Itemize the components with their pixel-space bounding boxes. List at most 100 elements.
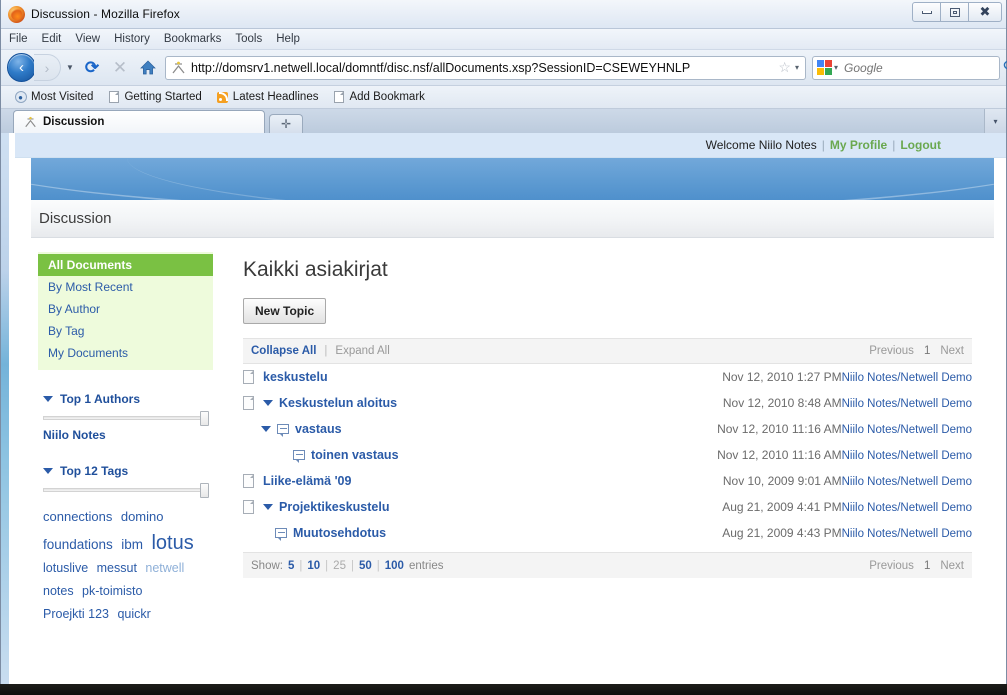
document-author-link[interactable]: Niilo Notes/Netwell Demo <box>842 450 972 462</box>
menu-item-help[interactable]: Help <box>276 33 300 45</box>
list-toolbar-top: Collapse All | Expand All Previous 1 Nex… <box>243 338 972 364</box>
tab-list-button[interactable]: ▾ <box>984 109 1006 133</box>
tag-lotus[interactable]: lotus <box>151 532 193 554</box>
slider-handle[interactable] <box>200 411 209 426</box>
back-button[interactable]: ‹ <box>7 53 36 82</box>
address-dropdown-icon[interactable]: ▾ <box>795 63 799 72</box>
author-item-niilo-notes[interactable]: Niilo Notes <box>38 428 213 442</box>
sidebar-item-by-most-recent[interactable]: By Most Recent <box>38 276 213 298</box>
document-title-link[interactable]: Projektikeskustelu <box>279 500 389 514</box>
show-entries-option-50[interactable]: 50 <box>359 560 372 572</box>
new-topic-row: New Topic <box>243 298 972 324</box>
pager-top: Previous 1 Next <box>869 345 964 357</box>
close-button[interactable]: ✖ <box>968 2 1002 22</box>
tag-domino[interactable]: domino <box>121 509 164 524</box>
document-title-link[interactable]: Liike-elämä '09 <box>263 474 351 488</box>
maximize-button[interactable] <box>940 2 969 22</box>
document-author-link[interactable]: Niilo Notes/Netwell Demo <box>842 476 972 488</box>
search-input[interactable] <box>840 59 1004 76</box>
document-title-link[interactable]: Keskustelun aloitus <box>279 396 397 410</box>
menu-item-tools[interactable]: Tools <box>235 33 262 45</box>
twisty-expand-icon[interactable] <box>261 426 271 432</box>
logout-link[interactable]: Logout <box>900 138 941 152</box>
address-bar[interactable]: http://domsrv1.netwell.local/domntf/disc… <box>165 55 806 80</box>
tag-proejkti-123[interactable]: Proejkti 123 <box>43 607 109 621</box>
bookmark-getting-started[interactable]: Getting Started <box>102 91 206 104</box>
reload-button[interactable]: ⟳ <box>79 55 105 81</box>
new-topic-button[interactable]: New Topic <box>243 298 327 324</box>
tab-discussion[interactable]: Discussion <box>13 110 265 133</box>
previous-page-link[interactable]: Previous <box>869 560 914 572</box>
show-entries-option-100[interactable]: 100 <box>385 560 404 572</box>
menu-item-history[interactable]: History <box>114 33 150 45</box>
bookmark-most-visited[interactable]: ● Most Visited <box>9 91 98 104</box>
show-entries-option-25[interactable]: 25 <box>333 560 346 572</box>
sidebar-item-my-documents[interactable]: My Documents <box>38 342 213 364</box>
new-tab-button[interactable]: ✛ <box>269 114 303 133</box>
tags-slider[interactable] <box>43 483 209 498</box>
sidebar-item-by-tag[interactable]: By Tag <box>38 320 213 342</box>
sidebar-item-by-author[interactable]: By Author <box>38 298 213 320</box>
document-title-link[interactable]: Muutosehdotus <box>293 526 386 540</box>
document-title-link[interactable]: keskustelu <box>263 370 328 384</box>
menu-item-bookmarks[interactable]: Bookmarks <box>164 33 222 45</box>
next-page-link[interactable]: Next <box>940 560 964 572</box>
sidebar-item-all-documents[interactable]: All Documents <box>38 254 213 276</box>
document-author-cell: Niilo Notes/Netwell Demo <box>842 520 972 546</box>
previous-page-link[interactable]: Previous <box>869 345 914 357</box>
table-row: Liike-elämä '09 Nov 10, 2009 9:01 AM Niilo… <box>243 468 972 494</box>
search-engine-dropdown-icon[interactable]: ▾ <box>834 63 838 72</box>
twisty-expand-icon[interactable] <box>263 504 273 510</box>
tag-netwell[interactable]: netwell <box>145 561 184 575</box>
document-author-link[interactable]: Niilo Notes/Netwell Demo <box>842 398 972 410</box>
document-author-link[interactable]: Niilo Notes/Netwell Demo <box>842 424 972 436</box>
bookmark-star-icon[interactable]: ☆ <box>778 59 791 76</box>
document-author-link[interactable]: Niilo Notes/Netwell Demo <box>842 528 972 540</box>
bookmark-latest-headlines[interactable]: Latest Headlines <box>211 91 324 104</box>
authors-slider[interactable] <box>43 411 209 426</box>
menu-item-edit[interactable]: Edit <box>42 33 62 45</box>
search-bar[interactable]: ▾ <box>812 55 1007 80</box>
bookmark-add-bookmark[interactable]: Add Bookmark <box>327 91 429 104</box>
tag-ibm[interactable]: ibm <box>121 537 143 552</box>
reload-icon: ⟳ <box>84 57 100 77</box>
tag-lotuslive[interactable]: lotuslive <box>43 561 88 575</box>
forward-arrow-icon: › <box>44 59 50 76</box>
twisty-expand-icon[interactable] <box>263 400 273 406</box>
menu-item-view[interactable]: View <box>75 33 100 45</box>
menu-item-file[interactable]: File <box>9 33 28 45</box>
document-title-link[interactable]: toinen vastaus <box>311 448 399 462</box>
home-button[interactable] <box>135 55 161 81</box>
next-page-link[interactable]: Next <box>940 345 964 357</box>
collapse-all-link[interactable]: Collapse All <box>251 345 316 357</box>
show-entries-option-10[interactable]: 10 <box>307 560 320 572</box>
tag-quickr[interactable]: quickr <box>117 607 150 621</box>
search-icon[interactable] <box>1003 60 1007 76</box>
google-logo-icon <box>817 60 832 75</box>
tag-foundations[interactable]: foundations <box>43 537 113 552</box>
stop-button[interactable]: ✕ <box>107 55 133 81</box>
comment-icon <box>277 424 289 437</box>
my-profile-link[interactable]: My Profile <box>830 138 887 152</box>
tag-notes[interactable]: notes <box>43 584 74 598</box>
sidebar-nav-box: All Documents By Most Recent By Author B… <box>38 252 213 370</box>
tag-pk-toimisto[interactable]: pk-toimisto <box>82 584 142 598</box>
forward-button[interactable]: › <box>34 54 61 81</box>
top-tags-header[interactable]: Top 12 Tags <box>38 464 213 478</box>
top-authors-header[interactable]: Top 1 Authors <box>38 392 213 406</box>
history-dropdown-button[interactable]: ▼ <box>63 54 77 81</box>
slider-handle[interactable] <box>200 483 209 498</box>
document-title-link[interactable]: vastaus <box>295 422 342 436</box>
page-number-1[interactable]: 1 <box>924 560 930 572</box>
document-author-cell: Niilo Notes/Netwell Demo <box>842 416 972 442</box>
show-entries-option-5[interactable]: 5 <box>288 560 294 572</box>
table-row: Projektikeskustelu Aug 21, 2009 4:41 PM Ni… <box>243 494 972 520</box>
tag-connections[interactable]: connections <box>43 509 112 524</box>
document-author-link[interactable]: Niilo Notes/Netwell Demo <box>842 502 972 514</box>
document-author-link[interactable]: Niilo Notes/Netwell Demo <box>842 372 972 384</box>
document-author-cell: Niilo Notes/Netwell Demo <box>842 390 972 416</box>
minimize-button[interactable] <box>912 2 941 22</box>
tag-messut[interactable]: messut <box>97 561 137 575</box>
expand-all-link[interactable]: Expand All <box>335 345 389 357</box>
page-number-1[interactable]: 1 <box>924 345 930 357</box>
